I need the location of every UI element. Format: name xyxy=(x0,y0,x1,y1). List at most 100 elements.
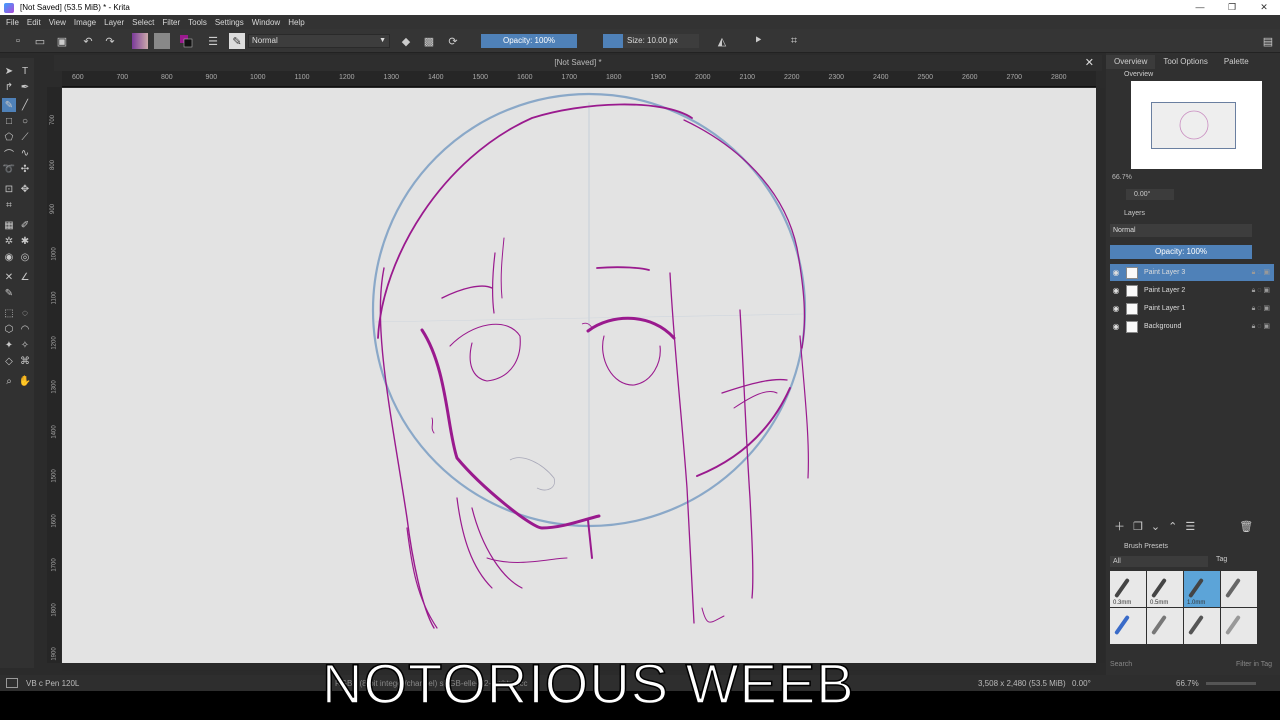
tag-button[interactable]: Tag xyxy=(1216,556,1227,563)
layer-row[interactable]: ◉ Background 🔒︎ ◌ ▣ xyxy=(1110,318,1274,335)
size-slider[interactable]: Size: 10.00 px xyxy=(603,34,699,48)
preset-filter-select[interactable]: All xyxy=(1110,556,1208,567)
brush-preset[interactable]: 0.5mm xyxy=(1147,571,1183,607)
reload-preset-icon[interactable]: ⟳ xyxy=(445,33,461,49)
menu-tools[interactable]: Tools xyxy=(188,18,207,27)
colorize-mask-icon[interactable]: ✲ xyxy=(2,234,16,248)
menu-layer[interactable]: Layer xyxy=(104,18,124,27)
freehand-brush-icon[interactable]: ✎ xyxy=(2,98,16,112)
brush-preset[interactable] xyxy=(1147,608,1183,644)
menu-edit[interactable]: Edit xyxy=(27,18,41,27)
polygon-tool-icon[interactable]: ⬠ xyxy=(2,130,16,144)
ellipse-select-icon[interactable]: ◌ xyxy=(18,306,32,320)
assistant-tool-icon[interactable]: ✕ xyxy=(2,270,16,284)
rectangle-tool-icon[interactable]: □ xyxy=(2,114,16,128)
brush-preset[interactable] xyxy=(1184,608,1220,644)
magnetic-select-icon[interactable]: ⌘ xyxy=(18,354,32,368)
rect-select-icon[interactable]: ⬚ xyxy=(2,306,16,320)
edit-shapes-icon[interactable]: ↱ xyxy=(2,80,16,94)
ellipse-tool-icon[interactable]: ○ xyxy=(18,114,32,128)
bezier-tool-icon[interactable]: ⌒ xyxy=(2,146,16,161)
crop-tool-icon[interactable]: ⌗ xyxy=(2,198,16,212)
drawing-canvas[interactable] xyxy=(62,88,1096,663)
opacity-slider[interactable]: Opacity: 100% xyxy=(481,34,577,48)
preset-search-input[interactable]: Search xyxy=(1110,661,1132,668)
freehand-path-icon[interactable]: ∿ xyxy=(18,146,32,160)
pattern-swatch[interactable] xyxy=(154,33,170,49)
filter-in-tag-checkbox[interactable]: Filter in Tag xyxy=(1236,661,1272,668)
menu-view[interactable]: View xyxy=(49,18,66,27)
duplicate-layer-icon[interactable]: ❐ xyxy=(1133,520,1143,533)
menu-help[interactable]: Help xyxy=(288,18,304,27)
add-layer-icon[interactable]: ＋ xyxy=(1114,518,1125,534)
minimize-button[interactable]: — xyxy=(1184,0,1216,15)
brush-preset[interactable] xyxy=(1221,608,1257,644)
multibrush-icon[interactable]: ✣ xyxy=(18,162,32,176)
rotation-input[interactable]: 0.00° xyxy=(1126,189,1174,200)
menu-select[interactable]: Select xyxy=(132,18,154,27)
move-layer-up-icon[interactable]: ⌃ xyxy=(1168,520,1177,533)
tab-tool-options[interactable]: Tool Options xyxy=(1155,55,1215,69)
canvas-rotation[interactable]: 0.00° xyxy=(1072,679,1091,688)
measure-tool-icon[interactable]: ∠ xyxy=(18,270,32,284)
brush-preset[interactable]: 0.3mm xyxy=(1110,571,1146,607)
menu-file[interactable]: File xyxy=(6,18,19,27)
menu-image[interactable]: Image xyxy=(74,18,96,27)
gradient-tool-icon[interactable]: ▦ xyxy=(2,218,16,232)
brush-preset-icon[interactable]: ✎ xyxy=(229,33,245,49)
brush-settings-icon[interactable]: ☰ xyxy=(205,33,221,49)
layer-row[interactable]: ◉ Paint Layer 1 🔒︎ ◌ ▣ xyxy=(1110,300,1274,317)
layer-row[interactable]: ◉ Paint Layer 2 🔒︎ ◌ ▣ xyxy=(1110,282,1274,299)
smart-patch-icon[interactable]: ✱ xyxy=(18,234,32,248)
reference-images-icon[interactable]: ✎ xyxy=(2,286,16,300)
gradient-swatch[interactable] xyxy=(132,33,148,49)
similar-select-icon[interactable]: ✧ xyxy=(18,338,32,352)
brush-preset-selected[interactable]: 1.0mm xyxy=(1184,571,1220,607)
eye-icon[interactable]: ◉ xyxy=(1110,304,1122,313)
undo-icon[interactable]: ↶ xyxy=(80,33,96,49)
layer-flags-icon[interactable]: 🔒︎ ◌ ▣ xyxy=(1238,304,1274,313)
eye-icon[interactable]: ◉ xyxy=(1110,322,1122,331)
zoom-tool-icon[interactable]: ⌕ xyxy=(2,374,16,388)
bezier-select-icon[interactable]: ◇ xyxy=(2,354,16,368)
overview-zoom[interactable]: 66.7% xyxy=(1112,174,1132,181)
brush-preset[interactable] xyxy=(1110,608,1146,644)
overview-thumbnail[interactable] xyxy=(1131,81,1262,169)
select-shapes-icon[interactable]: ➤ xyxy=(2,64,16,78)
calligraphy-icon[interactable]: ✒ xyxy=(18,80,32,94)
redo-icon[interactable]: ↷ xyxy=(102,33,118,49)
close-window-button[interactable]: ✕ xyxy=(1248,0,1280,15)
layer-flags-icon[interactable]: 🔒︎ ◌ ▣ xyxy=(1238,286,1274,295)
zoom-slider[interactable] xyxy=(1206,682,1256,685)
eye-icon[interactable]: ◉ xyxy=(1110,268,1122,277)
eraser-mode-icon[interactable]: ◆ xyxy=(398,33,414,49)
text-tool-icon[interactable]: T xyxy=(18,64,32,78)
move-tool-icon[interactable]: ✥ xyxy=(18,182,32,196)
eye-icon[interactable]: ◉ xyxy=(1110,286,1122,295)
brush-preset[interactable] xyxy=(1221,571,1257,607)
delete-layer-icon[interactable]: 🗑︎ xyxy=(1239,520,1253,533)
tab-overview[interactable]: Overview xyxy=(1106,55,1156,69)
fill-tool-icon[interactable]: ◉ xyxy=(2,250,16,264)
transform-tool-icon[interactable]: ⊡ xyxy=(2,182,16,196)
layer-flags-icon[interactable]: 🔒︎ ◌ ▣ xyxy=(1238,268,1274,277)
dynamic-brush-icon[interactable]: ➰ xyxy=(2,162,16,176)
wrap-around-icon[interactable]: ⌗ xyxy=(786,33,802,49)
restore-button[interactable]: ❐ xyxy=(1216,0,1248,15)
lock-icon[interactable]: 🔒︎ ◌ ▣ xyxy=(1238,322,1274,331)
move-layer-down-icon[interactable]: ⌄ xyxy=(1151,520,1160,533)
mirror-vertical-icon[interactable]: ⯈ xyxy=(750,33,766,49)
contiguous-select-icon[interactable]: ✦ xyxy=(2,338,16,352)
overview-viewport[interactable] xyxy=(1151,102,1236,149)
layer-opacity-slider[interactable]: Opacity: 100% xyxy=(1110,245,1252,259)
save-icon[interactable]: ▣ xyxy=(54,33,70,49)
tab-palette[interactable]: Palette xyxy=(1216,55,1257,69)
open-folder-icon[interactable]: ▭ xyxy=(32,33,48,49)
close-document-icon[interactable]: ✕ xyxy=(1085,55,1094,71)
menu-settings[interactable]: Settings xyxy=(215,18,244,27)
polyline-tool-icon[interactable]: ⟋ xyxy=(18,130,32,144)
new-document-icon[interactable]: ▫ xyxy=(10,33,26,49)
polygon-select-icon[interactable]: ⬡ xyxy=(2,322,16,336)
document-tab[interactable]: [Not Saved] * ✕ xyxy=(54,55,1102,71)
zoom-level[interactable]: 66.7% xyxy=(1176,679,1199,688)
